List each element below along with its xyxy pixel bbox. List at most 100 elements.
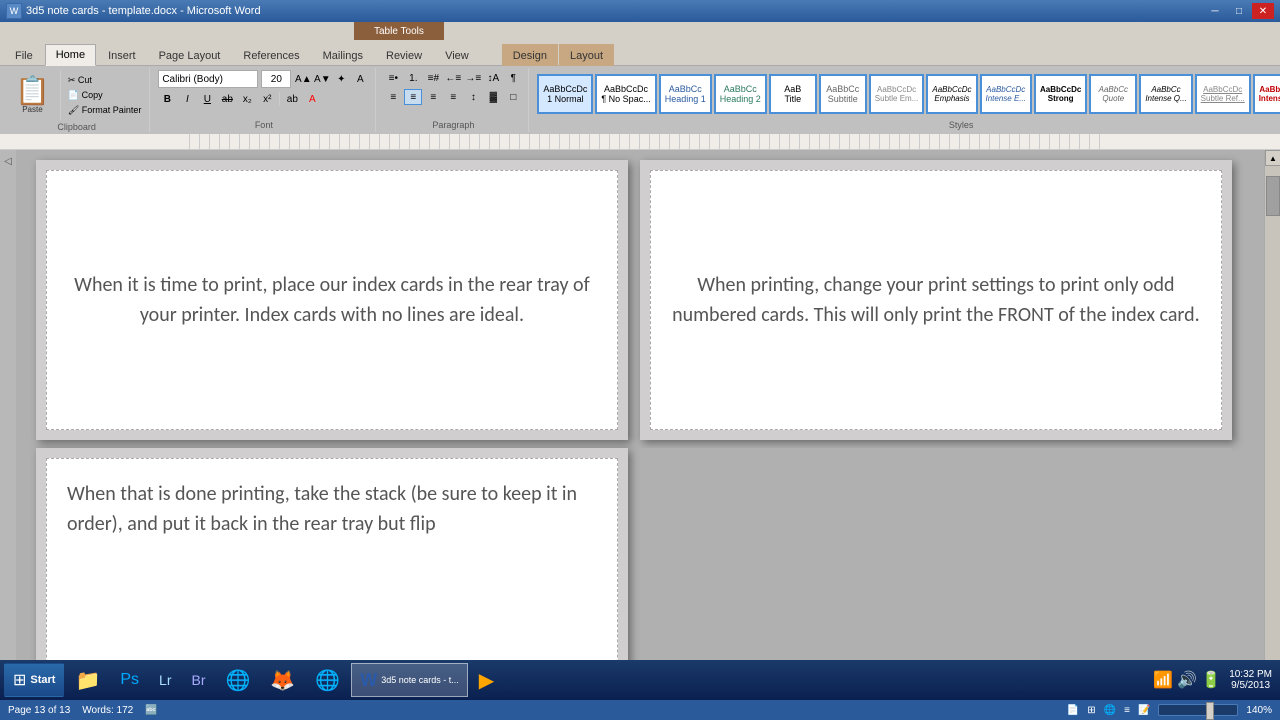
shading-button[interactable]: ▓: [484, 89, 502, 105]
taskbar-word[interactable]: W 3d5 note cards - t...: [351, 663, 468, 697]
text-effects-button[interactable]: A: [351, 71, 369, 87]
page-card-2[interactable]: When printing, change your print setting…: [640, 160, 1232, 440]
zoom-slider[interactable]: [1158, 704, 1238, 716]
maximize-button[interactable]: □: [1228, 3, 1250, 19]
scroll-up-button[interactable]: ▲: [1265, 150, 1280, 166]
scroll-thumb[interactable]: [1266, 176, 1280, 216]
chrome-icon: 🌐: [315, 668, 340, 693]
taskbar-safari[interactable]: 🌐: [217, 663, 260, 697]
bullets-button[interactable]: ≡•: [384, 70, 402, 86]
highlight-button[interactable]: ab: [283, 91, 301, 107]
taskbar-lightroom[interactable]: Lr: [150, 663, 180, 697]
taskbar-photoshop[interactable]: Ps: [111, 663, 148, 697]
style-intense-q[interactable]: AaBbCcIntense Q...: [1139, 74, 1192, 114]
shrink-font-button[interactable]: A▼: [313, 71, 331, 87]
cut-button[interactable]: ✂ Cut: [66, 74, 143, 87]
index-card-1[interactable]: When it is time to print, place our inde…: [46, 170, 618, 430]
grow-font-button[interactable]: A▲: [294, 71, 312, 87]
font-color-button[interactable]: A: [303, 91, 321, 107]
status-bar: Page 13 of 13 Words: 172 🔤 📄 ⊞ 🌐 ≡ 📝 140…: [0, 700, 1280, 720]
words-status: Words: 172: [82, 705, 133, 716]
copy-button[interactable]: 📄 Copy: [66, 89, 143, 102]
decrease-indent-button[interactable]: ←≡: [444, 70, 462, 86]
vlc-icon: ▶: [479, 668, 494, 693]
show-formatting-button[interactable]: ¶: [504, 70, 522, 86]
view-fullscreen-button[interactable]: ⊞: [1087, 705, 1095, 716]
style-subtitle[interactable]: AaBbCcSubtitle: [819, 74, 867, 114]
subscript-button[interactable]: x₂: [238, 91, 256, 107]
page-status-text: Page 13 of 13: [8, 705, 70, 716]
increase-indent-button[interactable]: →≡: [464, 70, 482, 86]
style-title[interactable]: AaBTitle: [769, 74, 817, 114]
scroll-track[interactable]: [1265, 166, 1280, 682]
minimize-button[interactable]: ─: [1204, 3, 1226, 19]
borders-button[interactable]: □: [504, 89, 522, 105]
taskbar-bridge[interactable]: Br: [183, 663, 215, 697]
align-left-button[interactable]: ≡: [384, 89, 402, 105]
card-text-1: When it is time to print, place our inde…: [67, 270, 597, 330]
style-emphasis[interactable]: AaBbCcDcEmphasis: [926, 74, 977, 114]
sidebar-collapse-icon[interactable]: ◁: [4, 156, 12, 167]
explorer-icon: 📁: [75, 668, 100, 693]
start-label: Start: [30, 674, 55, 686]
font-name-input[interactable]: [158, 70, 258, 88]
tab-mailings[interactable]: Mailings: [312, 44, 374, 66]
style-intense-em[interactable]: AaBbCcDcIntense E...: [980, 74, 1032, 114]
style-heading2[interactable]: AaBbCcHeading 2: [714, 74, 767, 114]
clear-format-button[interactable]: ✦: [332, 71, 350, 87]
font-size-input[interactable]: [261, 70, 291, 88]
view-web-button[interactable]: 🌐: [1104, 705, 1116, 716]
tab-design[interactable]: Design: [502, 44, 558, 66]
strikethrough-button[interactable]: ab: [218, 91, 236, 107]
style-subtle-em[interactable]: AaBbCcDcSubtle Em...: [869, 74, 925, 114]
paste-button[interactable]: 📋 Paste: [10, 74, 55, 117]
tab-file[interactable]: File: [4, 44, 44, 66]
multilevel-button[interactable]: ≡#: [424, 70, 442, 86]
view-print-button[interactable]: 📄: [1067, 705, 1079, 716]
style-heading1[interactable]: AaBbCcHeading 1: [659, 74, 712, 114]
taskbar-chrome[interactable]: 🌐: [306, 663, 349, 697]
clock: 10:32 PM 9/5/2013: [1225, 669, 1276, 691]
tab-view[interactable]: View: [434, 44, 480, 66]
style-subtle-ref[interactable]: AaBbCcDcSubtle Ref...: [1195, 74, 1251, 114]
align-right-button[interactable]: ≡: [424, 89, 442, 105]
superscript-button[interactable]: x²: [258, 91, 276, 107]
justify-button[interactable]: ≡: [444, 89, 462, 105]
style-strong[interactable]: AaBbCcDcStrong: [1034, 74, 1087, 114]
taskbar-explorer[interactable]: 📁: [66, 663, 109, 697]
tab-review[interactable]: Review: [375, 44, 433, 66]
tab-page-layout[interactable]: Page Layout: [148, 44, 232, 66]
close-button[interactable]: ✕: [1252, 3, 1274, 19]
tab-home[interactable]: Home: [45, 44, 96, 66]
taskbar-right: 📶 🔊 🔋 10:32 PM 9/5/2013: [1153, 669, 1276, 691]
view-outline-button[interactable]: ≡: [1124, 705, 1130, 716]
numbering-button[interactable]: 1.: [404, 70, 422, 86]
clipboard-label: Clipboard: [10, 120, 143, 132]
align-center-button[interactable]: ≡: [404, 89, 422, 105]
tab-layout[interactable]: Layout: [559, 44, 614, 66]
safari-icon: 🌐: [226, 668, 251, 693]
sort-button[interactable]: ↕A: [484, 70, 502, 86]
bridge-icon: Br: [192, 672, 206, 688]
italic-button[interactable]: I: [178, 91, 196, 107]
tab-insert[interactable]: Insert: [97, 44, 147, 66]
style-quote[interactable]: AaBbCcQuote: [1089, 74, 1137, 114]
style-intense-ref[interactable]: AaBbCcDcIntense R...: [1253, 74, 1280, 114]
battery-icon: 🔋: [1201, 670, 1221, 690]
taskbar-vlc[interactable]: ▶: [470, 663, 503, 697]
taskbar-firefox[interactable]: 🦊: [261, 663, 304, 697]
format-painter-button[interactable]: 🖌 Format Painter: [66, 104, 143, 117]
style-no-space[interactable]: AaBbCcDc¶ No Spac...: [595, 74, 656, 114]
index-card-2[interactable]: When printing, change your print setting…: [650, 170, 1222, 430]
tab-references[interactable]: References: [232, 44, 310, 66]
word-icon[interactable]: W: [6, 3, 22, 19]
font-group: A▲ A▼ ✦ A B I U ab x₂ x² ab A Font: [152, 68, 376, 132]
bold-button[interactable]: B: [158, 91, 176, 107]
start-button[interactable]: ⊞ Start: [4, 663, 64, 697]
underline-button[interactable]: U: [198, 91, 216, 107]
page-card-1[interactable]: When it is time to print, place our inde…: [36, 160, 628, 440]
spell-check-icon[interactable]: 🔤: [145, 705, 157, 716]
view-draft-button[interactable]: 📝: [1138, 705, 1150, 716]
style-normal[interactable]: AaBbCcDc1 Normal: [537, 74, 593, 114]
line-spacing-button[interactable]: ↕: [464, 89, 482, 105]
